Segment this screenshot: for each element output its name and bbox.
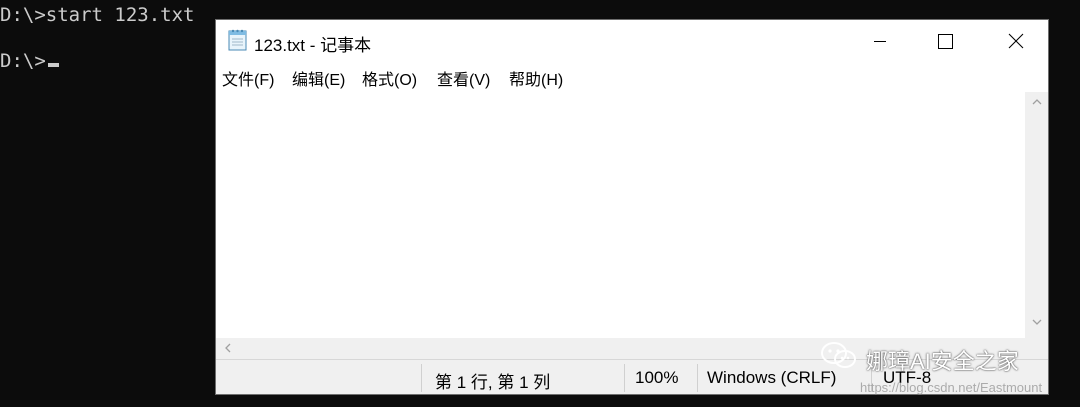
title-bar[interactable]: 123.txt - 记事本 (216, 20, 1048, 62)
vertical-scrollbar[interactable] (1025, 92, 1048, 338)
text-editor[interactable] (216, 92, 1025, 338)
zoom-level: 100% (635, 368, 679, 387)
menu-help[interactable]: 帮助(H) (509, 66, 563, 90)
maximize-icon (938, 34, 953, 49)
cursor-position: 第 1 行, 第 1 列 (435, 373, 551, 392)
console-prompt: D:\> (0, 50, 46, 72)
minimize-button[interactable] (846, 20, 914, 62)
menu-format[interactable]: 格式(O) (362, 66, 417, 90)
scroll-down-icon[interactable] (1031, 316, 1043, 331)
console-line-2: D:\> (0, 49, 59, 73)
line-ending: Windows (CRLF) (707, 368, 837, 387)
console-cursor (47, 63, 59, 67)
wechat-logo-icon (818, 340, 860, 372)
scrollbar-corner (1025, 338, 1048, 359)
notepad-window: 123.txt - 记事本 文件(F) 编辑(E) 格式(O) 查看(V) 帮助… (215, 19, 1049, 395)
close-button[interactable] (982, 20, 1050, 62)
console-line-1: D:\>start 123.txt (0, 4, 195, 26)
watermark-url: https://blog.csdn.net/Eastmount (860, 380, 1043, 395)
menu-edit[interactable]: 编辑(E) (292, 66, 345, 90)
scroll-up-icon[interactable] (1031, 96, 1043, 111)
notepad-icon (228, 29, 248, 51)
minimize-icon (874, 41, 886, 42)
close-icon (1008, 33, 1024, 49)
scroll-left-icon[interactable] (222, 342, 234, 357)
status-divider (697, 364, 698, 392)
menu-file[interactable]: 文件(F) (222, 66, 274, 90)
status-divider (624, 364, 625, 392)
menu-view[interactable]: 查看(V) (437, 66, 490, 90)
maximize-button[interactable] (914, 20, 982, 62)
status-divider (421, 364, 422, 392)
window-title: 123.txt - 记事本 (254, 36, 372, 55)
watermark-text: 娜璋AI安全之家 (866, 349, 1019, 374)
menu-bar: 文件(F) 编辑(E) 格式(O) 查看(V) 帮助(H) (216, 62, 1048, 92)
